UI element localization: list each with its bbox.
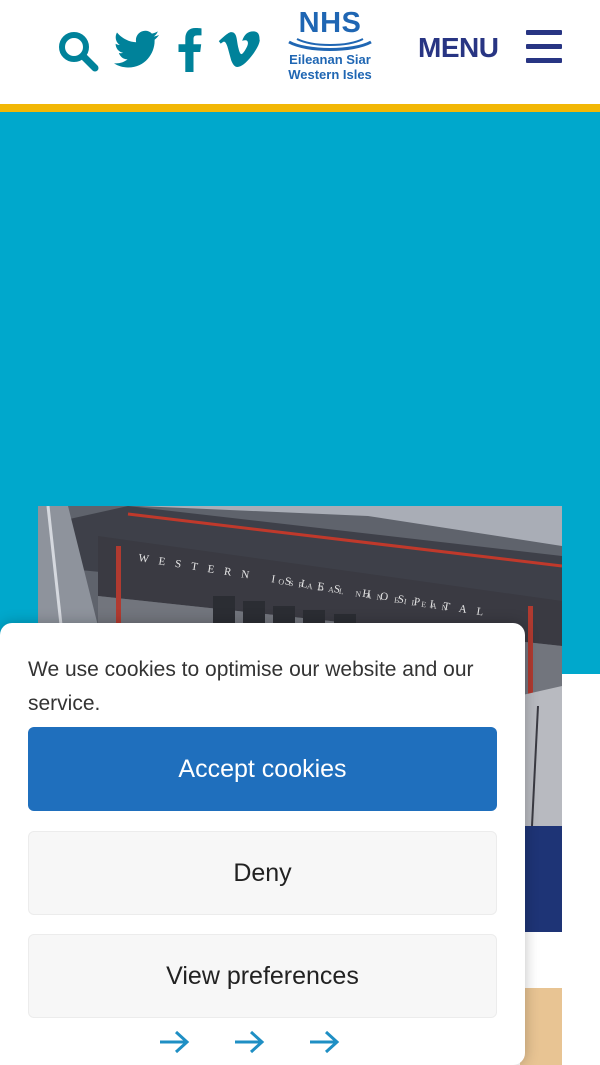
view-preferences-button[interactable]: View preferences [28, 934, 497, 1018]
search-icon[interactable] [56, 29, 100, 73]
carousel-arrows [158, 1027, 348, 1057]
deny-cookies-button[interactable]: Deny [28, 831, 497, 915]
twitter-icon[interactable] [114, 30, 160, 70]
vimeo-icon[interactable] [218, 31, 260, 69]
logo-swoosh [288, 38, 372, 51]
logo-title: NHS [298, 7, 362, 39]
arrow-right-icon[interactable] [158, 1027, 190, 1057]
cookie-message: We use cookies to optimise our website a… [28, 658, 474, 715]
accept-cookies-button[interactable]: Accept cookies [28, 727, 497, 811]
cookie-consent-dialog: We use cookies to optimise our website a… [0, 623, 525, 1065]
menu-button[interactable]: MENU [418, 26, 568, 70]
menu-label: MENU [418, 32, 499, 63]
arrow-right-icon[interactable] [308, 1027, 340, 1057]
facebook-icon[interactable] [178, 28, 202, 72]
site-header: NHS Eileanan Siar Western Isles MENU [0, 0, 600, 104]
logo-line-2: Western Isles [288, 67, 372, 82]
nhs-logo[interactable]: NHS Eileanan Siar Western Isles [280, 8, 380, 88]
logo-line-1: Eileanan Siar [289, 52, 371, 67]
header-accent-bar [0, 104, 600, 112]
tan-content-block [520, 988, 562, 1065]
hamburger-icon [526, 30, 562, 64]
navy-content-band [520, 826, 562, 932]
arrow-right-icon[interactable] [233, 1027, 265, 1057]
